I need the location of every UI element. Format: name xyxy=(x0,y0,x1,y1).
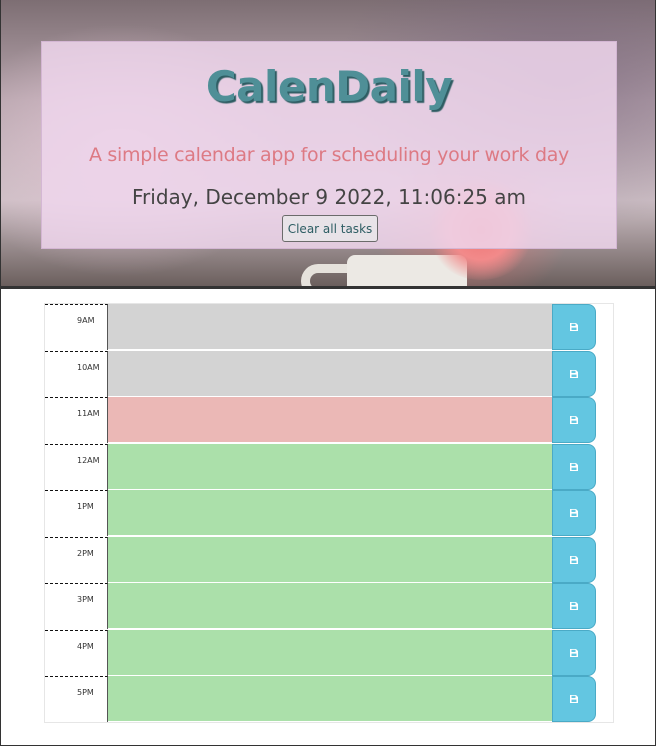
time-block-row: 11AM xyxy=(45,397,615,443)
save-button[interactable] xyxy=(552,304,596,350)
time-block-row: 5PM xyxy=(45,676,615,722)
hour-cell: 4PM xyxy=(45,629,108,676)
hour-cell: 3PM xyxy=(45,583,108,629)
app-subtitle: A simple calendar app for scheduling you… xyxy=(88,144,570,166)
floppy-disk-icon xyxy=(570,555,578,564)
floppy-disk-icon xyxy=(570,648,578,657)
save-button[interactable] xyxy=(552,629,596,676)
hour-label: 2PM xyxy=(77,548,94,558)
time-block-row: 12AM xyxy=(45,443,615,490)
floppy-disk-icon xyxy=(570,323,578,331)
floppy-disk-icon xyxy=(570,416,578,424)
task-input[interactable] xyxy=(108,583,552,629)
hour-cell: 11AM xyxy=(45,397,108,443)
time-block-row: 9AM xyxy=(45,304,615,350)
task-input[interactable] xyxy=(108,350,552,397)
current-datetime: Friday, December 9 2022, 11:06:25 am xyxy=(131,185,526,209)
save-button[interactable] xyxy=(552,536,596,583)
task-input[interactable] xyxy=(108,443,552,490)
hero-header: CalenDaily A simple calendar app for sch… xyxy=(1,0,655,289)
task-input[interactable] xyxy=(108,304,552,350)
hour-cell: 2PM xyxy=(45,536,108,583)
save-button[interactable] xyxy=(552,397,596,443)
floppy-disk-icon xyxy=(570,695,578,703)
hour-label: 9AM xyxy=(77,316,95,325)
clear-all-tasks-button[interactable]: Clear all tasks xyxy=(282,215,378,242)
time-block-row: 3PM xyxy=(45,583,615,629)
task-input[interactable] xyxy=(108,490,552,536)
schedule: 9AM 10AM 11AM 12AM 1PM 2PM 3PM 4PM 5PM xyxy=(44,303,614,723)
hour-cell: 5PM xyxy=(45,676,108,722)
task-input[interactable] xyxy=(108,536,552,583)
floppy-disk-icon xyxy=(570,602,578,610)
time-block-row: 10AM xyxy=(45,350,615,397)
title-banner: CalenDaily A simple calendar app for sch… xyxy=(41,41,617,249)
task-input[interactable] xyxy=(108,397,552,443)
hour-label: 11AM xyxy=(77,409,100,418)
time-block-row: 4PM xyxy=(45,629,615,676)
save-button[interactable] xyxy=(552,490,596,536)
floppy-disk-icon xyxy=(570,462,578,471)
hour-cell: 9AM xyxy=(45,304,108,350)
hour-cell: 12AM xyxy=(45,443,108,490)
save-button[interactable] xyxy=(552,583,596,629)
hour-label: 5PM xyxy=(77,688,94,697)
save-button[interactable] xyxy=(552,676,596,722)
floppy-disk-icon xyxy=(570,369,578,378)
save-button[interactable] xyxy=(552,350,596,397)
hour-label: 1PM xyxy=(77,502,94,511)
hour-label: 4PM xyxy=(77,641,94,651)
time-block-row: 2PM xyxy=(45,536,615,583)
floppy-disk-icon xyxy=(570,509,578,517)
hour-cell: 1PM xyxy=(45,490,108,536)
hour-label: 3PM xyxy=(77,595,94,604)
save-button[interactable] xyxy=(552,443,596,490)
page: CalenDaily A simple calendar app for sch… xyxy=(0,0,656,746)
hour-label: 12AM xyxy=(77,455,100,465)
hour-cell: 10AM xyxy=(45,350,108,397)
app-title: CalenDaily xyxy=(205,62,453,111)
task-input[interactable] xyxy=(108,676,552,722)
time-block-row: 1PM xyxy=(45,490,615,536)
hour-label: 10AM xyxy=(77,362,100,372)
task-input[interactable] xyxy=(108,629,552,676)
